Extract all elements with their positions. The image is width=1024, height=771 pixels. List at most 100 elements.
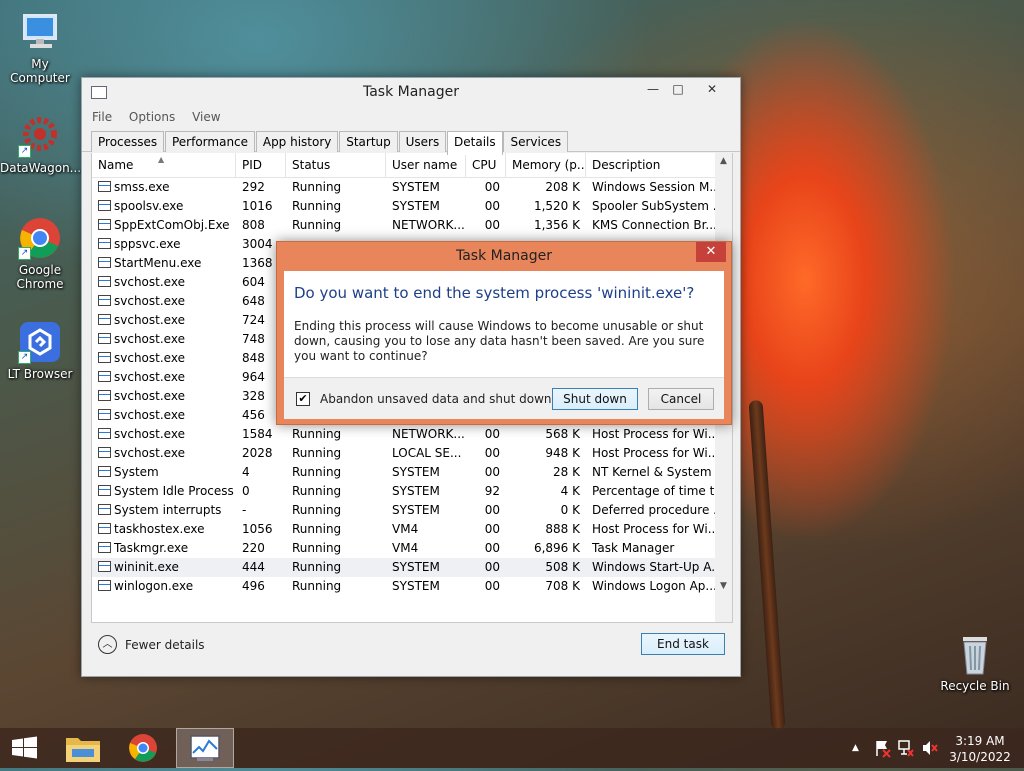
cell-pid: - [242,503,247,517]
table-row[interactable]: spoolsv.exe 1016 Running SYSTEM 00 1,520 K Spo… [92,197,732,216]
dialog-footer: ✔ Abandon unsaved data and shut down. Sh… [284,377,724,419]
menu-options[interactable]: Options [129,110,175,124]
process-name: System [114,465,159,479]
column-header-cpu[interactable]: CPU [466,153,506,178]
process-icon [98,428,111,439]
table-row[interactable]: System Idle Process 0 Running SYSTEM 92 4 K Pe… [92,482,732,501]
desktop-icon-datawagon[interactable]: ↗ DataWagon... [0,114,81,175]
desktop-icon-my-computer[interactable]: My Computer [0,10,80,85]
cell-status: Running [292,484,342,498]
chrome-icon[interactable] [114,728,172,768]
task-manager-icon[interactable] [176,728,234,768]
cell-status: Running [292,218,342,232]
cell-memory: 708 K [545,579,580,593]
process-name: smss.exe [114,180,170,194]
tab-app-history[interactable]: App history [255,131,339,152]
column-header-status[interactable]: Status [286,153,386,178]
recycle-bin-icon [953,632,997,676]
cell-status: Running [292,427,342,441]
cell-name: svchost.exe [92,330,236,349]
dialog-close-button[interactable]: ✕ [696,242,726,262]
cell-memory: 948 K [545,446,580,460]
clock[interactable]: 3:19 AM 3/10/2022 [948,728,1012,768]
cancel-button[interactable]: Cancel [648,388,714,410]
network-icon[interactable] [897,728,915,768]
table-row[interactable]: wininit.exe 444 Running SYSTEM 00 508 K Window… [92,558,732,577]
cell-pid: 0 [242,484,250,498]
fewer-details-toggle[interactable]: ︿ Fewer details [98,635,205,654]
cell-status: Running [292,560,342,574]
table-row[interactable]: System interrupts - Running SYSTEM 00 0 K Defe… [92,501,732,520]
table-row[interactable]: svchost.exe 1584 Running NETWORK... 00 568 K H… [92,425,732,444]
tab-performance[interactable]: Performance [164,131,256,152]
cell-name: System [92,463,236,482]
cell-user: VM4 [392,522,419,536]
cell-memory: 6,896 K [533,541,580,555]
tab-users[interactable]: Users [398,131,447,152]
scroll-down-arrow-icon[interactable]: ▼ [715,578,732,595]
tab-startup[interactable]: Startup [339,131,398,152]
table-row[interactable]: svchost.exe 2028 Running LOCAL SE... 00 948 K… [92,444,732,463]
column-header-pid[interactable]: PID [236,153,286,178]
cell-user: SYSTEM [392,503,440,517]
volume-muted-icon[interactable] [921,728,939,768]
cell-cpu: 92 [484,484,500,498]
process-icon [98,276,111,287]
process-icon [98,390,111,401]
process-icon [98,523,111,534]
cell-memory: 4 K [560,484,580,498]
process-name: StartMenu.exe [114,256,202,270]
column-header-description[interactable]: Description [586,153,716,178]
sort-ascending-icon: ▲ [158,155,165,164]
desktop-icon-lt-browser[interactable]: ↗ LT Browser [0,320,80,381]
desktop-icon-google-chrome[interactable]: ↗ Google Chrome [0,216,80,291]
process-icon [98,219,111,230]
column-header-memory[interactable]: Memory (p... [506,153,586,178]
cell-memory: 208 K [545,180,580,194]
shut-down-button[interactable]: Shut down [552,388,638,410]
column-header-name[interactable]: ▲ Name [92,153,236,178]
table-row[interactable]: winlogon.exe 496 Running SYSTEM 00 708 K Windo… [92,577,732,596]
cell-cpu: 00 [484,522,500,536]
chrome-icon: ↗ [18,216,62,260]
scroll-up-arrow-icon[interactable]: ▲ [715,153,732,170]
windows-start-icon[interactable] [0,728,58,768]
tab-processes[interactable]: Processes [91,131,165,152]
desktop-icon-label: My Computer [10,57,70,85]
process-name: svchost.exe [114,370,185,384]
cell-description: Windows Start-Up A... [592,560,716,574]
abandon-data-label[interactable]: Abandon unsaved data and shut down. [320,392,555,406]
end-task-button[interactable]: End task [641,633,725,655]
process-name: System interrupts [114,503,222,517]
table-row[interactable]: Taskmgr.exe 220 Running VM4 00 6,896 K Task Ma… [92,539,732,558]
show-hidden-icons-chevron[interactable]: ▲ [852,728,864,768]
table-row[interactable]: System 4 Running SYSTEM 00 28 K NT Kernel & Sy… [92,463,732,482]
cell-cpu: 00 [484,503,500,517]
menu-view[interactable]: View [192,110,220,124]
tab-bar: Processes Performance App history Startu… [82,128,740,155]
tab-details[interactable]: Details [447,131,503,155]
desktop-icon-recycle-bin[interactable]: Recycle Bin [935,632,1015,693]
cell-name: System Idle Process [92,482,236,501]
cell-description: Windows Logon Ap... [592,579,716,593]
process-name: spoolsv.exe [114,199,184,213]
table-row[interactable]: SppExtComObj.Exe 808 Running NETWORK... 00 1,… [92,216,732,235]
maximize-button[interactable]: □ [663,80,693,98]
abandon-data-checkbox[interactable]: ✔ [296,392,310,406]
process-icon [98,447,111,458]
table-row[interactable]: taskhostex.exe 1056 Running VM4 00 888 K Host … [92,520,732,539]
menu-file[interactable]: File [92,110,112,124]
file-explorer-icon[interactable] [56,728,114,768]
title-bar[interactable]: Task Manager — □ ✕ [82,78,740,106]
close-button[interactable]: ✕ [697,80,727,98]
action-center-flag-icon[interactable] [874,728,892,768]
column-header-user-name[interactable]: User name [386,153,466,178]
tab-services[interactable]: Services [503,131,569,152]
datawagon-icon: ↗ [18,114,62,158]
table-row[interactable]: smss.exe 292 Running SYSTEM 00 208 K Windows S… [92,178,732,197]
cell-memory: 1,356 K [533,218,580,232]
cell-memory: 1,520 K [533,199,580,213]
cell-pid: 2028 [242,446,273,460]
cell-user: SYSTEM [392,199,440,213]
fewer-details-label: Fewer details [125,637,205,652]
